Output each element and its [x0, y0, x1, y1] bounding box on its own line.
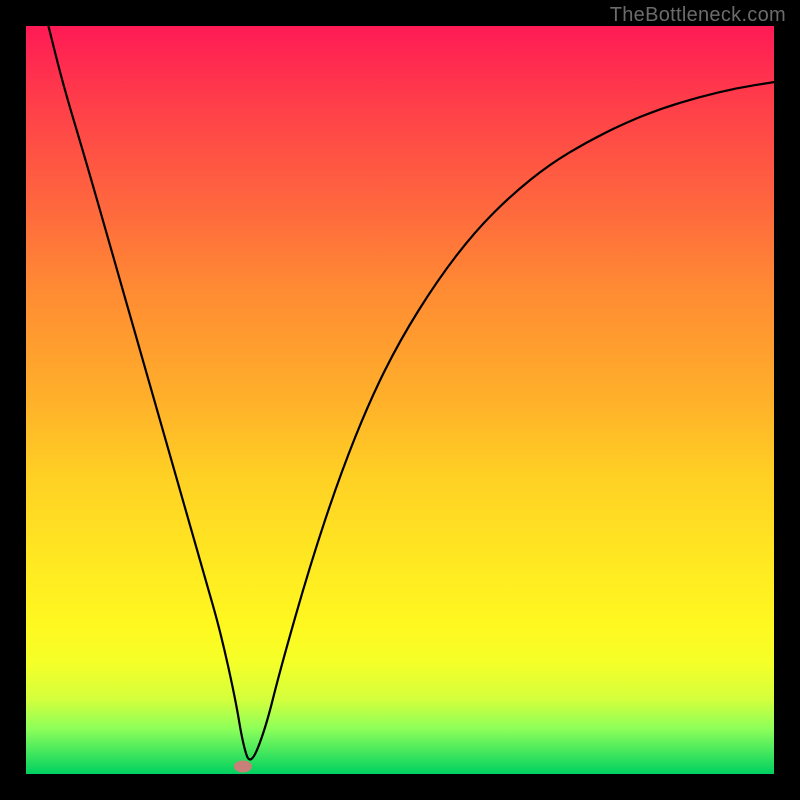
- curve-layer: [26, 26, 774, 774]
- plot-area: [26, 26, 774, 774]
- chart-container: TheBottleneck.com: [0, 0, 800, 800]
- watermark-label: TheBottleneck.com: [610, 4, 786, 27]
- optimum-marker: [234, 761, 252, 773]
- plot-wrap: [26, 26, 774, 774]
- bottleneck-curve: [48, 26, 774, 760]
